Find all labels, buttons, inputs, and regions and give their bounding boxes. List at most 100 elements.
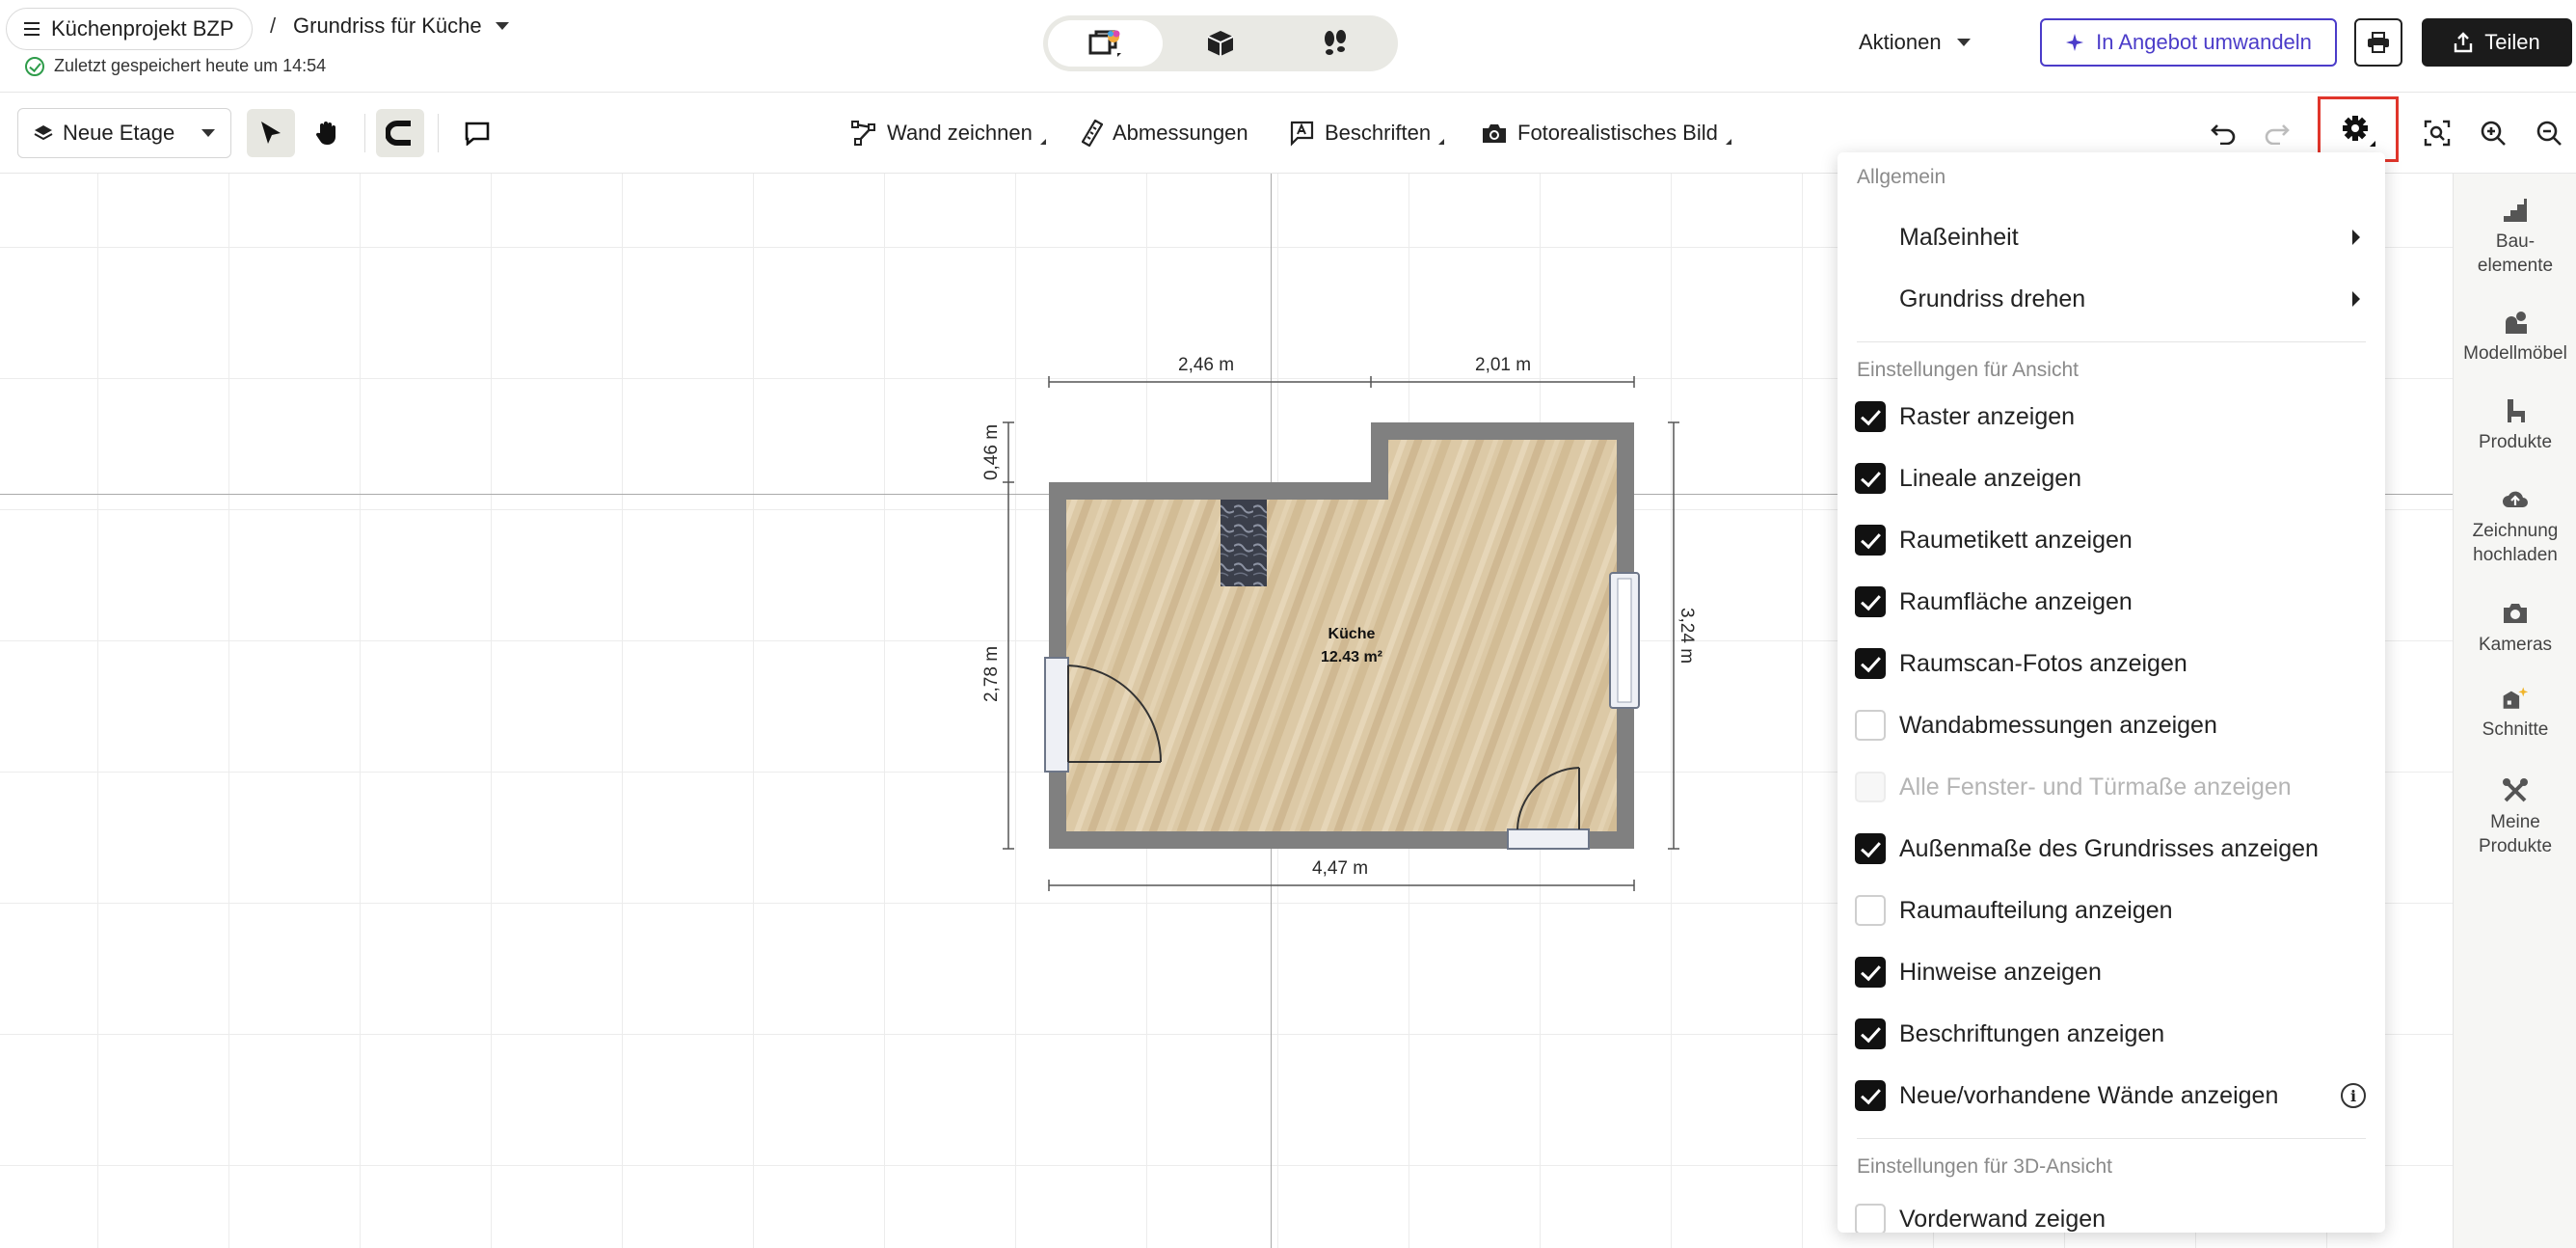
checkbox-unchecked[interactable] [1855, 895, 1886, 926]
view-3d-button[interactable] [1163, 20, 1277, 67]
menu-option[interactable]: Raumaufteilung anzeigen [1838, 880, 2385, 941]
pan-tool-button[interactable] [303, 109, 351, 157]
menu-option[interactable]: Hinweise anzeigen [1838, 941, 2385, 1003]
sidebar-item-model-furniture[interactable]: Modellmöbel [2454, 309, 2576, 366]
menu-item-label: Grundriss drehen [1899, 285, 2086, 312]
zoom-out-button[interactable] [2532, 116, 2566, 150]
draw-wall-label: Wand zeichnen [887, 121, 1033, 145]
wall-icon [851, 121, 875, 146]
tools-icon [2502, 777, 2529, 804]
sidebar-item-products[interactable]: Produkte [2454, 397, 2576, 454]
breadcrumb-separator: / [270, 14, 277, 38]
checkbox-checked[interactable] [1855, 401, 1886, 432]
plan-name-dropdown[interactable]: Grundriss für Küche [293, 14, 509, 39]
print-button[interactable] [2354, 18, 2402, 67]
menu-option[interactable]: Neue/vorhandene Wände anzeigen i [1838, 1065, 2385, 1126]
menu-option[interactable]: Raumetikett anzeigen [1838, 509, 2385, 571]
menu-option[interactable]: Raster anzeigen [1838, 386, 2385, 448]
check-circle-icon [25, 56, 44, 76]
menu-option-label: Lineale anzeigen [1899, 464, 2082, 492]
photo-render-tool[interactable]: Fotorealistisches Bild [1481, 116, 1731, 150]
checkbox[interactable] [1855, 1204, 1886, 1233]
menu-option[interactable]: Beschriftungen anzeigen [1838, 1003, 2385, 1065]
sidebar-item-label: Zeichnung hochladen [2472, 521, 2559, 565]
share-label: Teilen [2484, 30, 2540, 54]
camera-icon [2502, 600, 2529, 627]
sidebar-item-label: Bau- elemente [2477, 231, 2554, 276]
chevron-right-icon [2352, 230, 2360, 245]
checkbox-checked[interactable] [1855, 586, 1886, 617]
stairs-icon [2502, 197, 2529, 224]
checkbox-checked[interactable] [1855, 1080, 1886, 1111]
sidebar-item-label: Produkte [2478, 432, 2553, 452]
floor-dropdown[interactable]: Neue Etage [17, 108, 231, 158]
share-button[interactable]: Teilen [2422, 18, 2572, 67]
menu-item-label: Maßeinheit [1899, 223, 2019, 251]
checkbox-checked[interactable] [1855, 648, 1886, 679]
checkbox-checked[interactable] [1855, 525, 1886, 556]
dimension-label: 3,24 m [1677, 607, 1698, 665]
menu-item-rotate-plan[interactable]: Grundriss drehen [1838, 268, 2385, 330]
sidebar-item-upload-drawing[interactable]: Zeichnung hochladen [2454, 486, 2576, 567]
menu-section-view: Einstellungen für Ansicht [1857, 359, 2079, 381]
menu-option[interactable]: Raumfläche anzeigen [1838, 571, 2385, 633]
submenu-indicator-icon [1039, 139, 1046, 145]
select-tool-button[interactable] [247, 109, 295, 157]
info-icon[interactable]: i [2341, 1083, 2366, 1108]
actions-dropdown[interactable]: Aktionen [1859, 23, 1971, 62]
menu-item-unit[interactable]: Maßeinheit [1838, 206, 2385, 268]
checkbox-checked[interactable] [1855, 833, 1886, 864]
redo-button[interactable] [2260, 116, 2294, 150]
fit-view-button[interactable] [2420, 116, 2455, 150]
convert-to-offer-button[interactable]: In Angebot umwandeln [2040, 18, 2337, 67]
menu-option-label: Raumfläche anzeigen [1899, 587, 2133, 615]
walkthrough-button[interactable] [1278, 20, 1393, 67]
menu-option[interactable]: Wandabmessungen anzeigen [1838, 694, 2385, 756]
dimension-label: 2,78 m [981, 645, 1003, 703]
text-label-icon [1290, 121, 1314, 147]
view-2d-button[interactable] [1048, 20, 1164, 67]
room-name: Küche [1328, 626, 1376, 642]
dimension-label: 0,46 m [981, 423, 1003, 481]
undo-icon [2211, 124, 2236, 145]
menu-icon [24, 22, 40, 36]
bottom-door-frame [1507, 828, 1590, 850]
ruler-icon [1082, 120, 1103, 147]
sidebar-item-cameras[interactable]: Kameras [2454, 600, 2576, 657]
upload-icon [2502, 486, 2529, 513]
checkbox-checked[interactable] [1855, 957, 1886, 988]
furniture-icon [2502, 309, 2529, 336]
sidebar-item-building-elements[interactable]: Bau- elemente [2454, 197, 2576, 278]
checkbox-unchecked[interactable] [1855, 710, 1886, 741]
sidebar-item-sections[interactable]: Schnitte [2454, 685, 2576, 742]
menu-divider [1857, 1138, 2366, 1139]
sidebar-item-label: Meine Produkte [2478, 812, 2553, 856]
label-tool[interactable]: Beschriften [1288, 116, 1445, 150]
sidebar-item-my-products[interactable]: Meine Produkte [2454, 777, 2576, 858]
menu-option-label: Hinweise anzeigen [1899, 958, 2102, 986]
undo-button[interactable] [2206, 116, 2241, 150]
floor-label: Neue Etage [63, 121, 175, 145]
project-menu-button[interactable]: Küchenprojekt BZP [6, 8, 253, 50]
menu-option-label: Außenmaße des Grundrisses anzeigen [1899, 834, 2319, 862]
snap-toggle-button[interactable] [376, 109, 424, 157]
menu-option[interactable]: Lineale anzeigen [1838, 448, 2385, 509]
printer-icon [2368, 32, 2389, 53]
menu-option[interactable]: Außenmaße des Grundrisses anzeigen [1838, 818, 2385, 880]
menu-option-label: Raumaufteilung anzeigen [1899, 896, 2173, 924]
draw-wall-tool[interactable]: Wand zeichnen [850, 116, 1046, 150]
menu-option[interactable]: Raumscan-Fotos anzeigen [1838, 633, 2385, 694]
room-label[interactable]: Küche 12.43 m² [1282, 623, 1421, 669]
zoom-fit-icon [2424, 120, 2451, 147]
menu-option-front-wall[interactable]: Vorderwand zeigen [1838, 1188, 2385, 1233]
checkbox-checked[interactable] [1855, 463, 1886, 494]
checkbox-checked[interactable] [1855, 1018, 1886, 1049]
dimensions-tool[interactable]: Abmessungen [1082, 116, 1248, 150]
view-mode-switch [1043, 15, 1398, 71]
chevron-down-icon [495, 22, 509, 30]
comment-tool-button[interactable] [453, 109, 501, 157]
menu-option: Alle Fenster- und Türmaße anzeigen [1838, 756, 2385, 818]
chevron-down-icon [201, 129, 215, 137]
sections-icon [2502, 685, 2529, 712]
zoom-in-button[interactable] [2476, 116, 2510, 150]
